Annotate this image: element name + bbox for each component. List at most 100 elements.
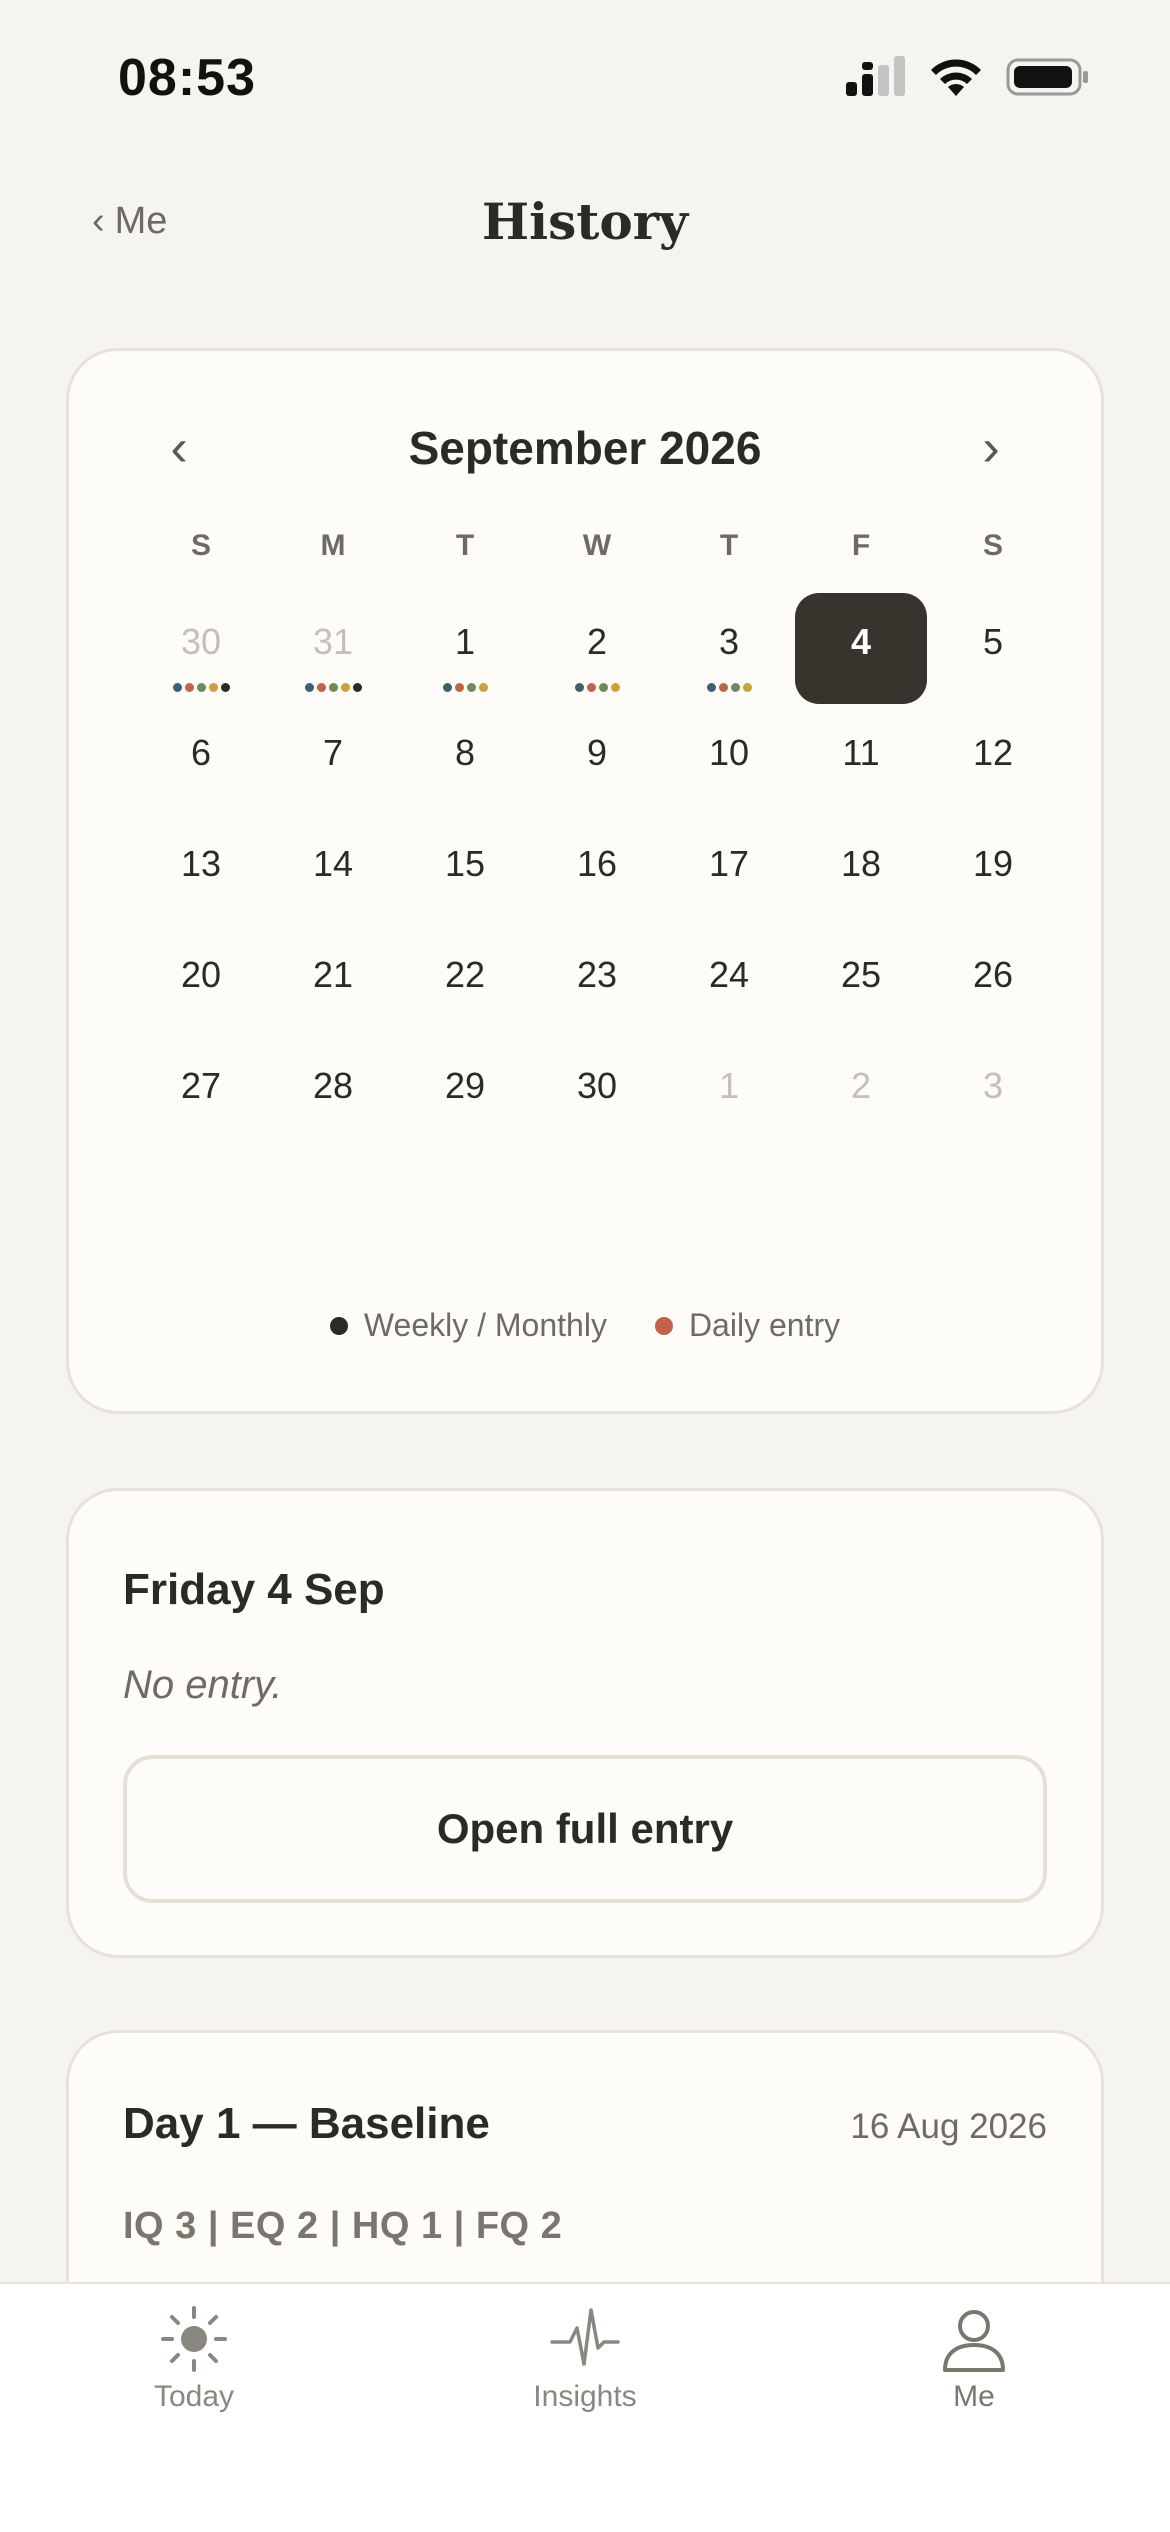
- calendar-day[interactable]: 31: [267, 593, 399, 704]
- entry-dot: [574, 683, 584, 692]
- calendar-day[interactable]: 1: [399, 593, 531, 704]
- tab-insights[interactable]: Insights: [485, 2304, 685, 2414]
- entry-dot: [220, 683, 230, 692]
- calendar-day[interactable]: 12: [927, 704, 1059, 815]
- day-number: 19: [972, 843, 1014, 884]
- entry-dot: [466, 683, 476, 692]
- day-number: 1: [718, 1065, 740, 1106]
- legend-dot: [329, 1316, 348, 1335]
- weekday-label: T: [719, 529, 739, 562]
- day-entry-card: Friday 4 Sep No entry. Open full entry: [66, 1488, 1104, 1958]
- calendar-day[interactable]: 22: [399, 926, 531, 1037]
- month-label: September 2026: [408, 422, 762, 474]
- calendar-day-selected[interactable]: 4: [795, 593, 927, 704]
- calendar-day[interactable]: 20: [135, 926, 267, 1037]
- calendar-day[interactable]: 2: [531, 593, 663, 704]
- calendar-day[interactable]: 23: [531, 926, 663, 1037]
- next-month-button[interactable]: ›: [951, 413, 1031, 483]
- entry-dot: [208, 683, 218, 692]
- open-full-entry-button[interactable]: Open full entry: [123, 1755, 1047, 1903]
- calendar-day[interactable]: 26: [927, 926, 1059, 1037]
- pulse-icon: [550, 2308, 620, 2366]
- day-number: 8: [454, 732, 476, 773]
- calendar-day[interactable]: 1: [663, 1037, 795, 1148]
- calendar-day[interactable]: 21: [267, 926, 399, 1037]
- entry-dots: [399, 683, 531, 692]
- calendar-day[interactable]: 2: [795, 1037, 927, 1148]
- calendar-day[interactable]: 16: [531, 815, 663, 926]
- legend-dot: [654, 1316, 673, 1335]
- calendar-day[interactable]: 18: [795, 815, 927, 926]
- day-number: 20: [180, 954, 222, 995]
- calendar-day[interactable]: 17: [663, 815, 795, 926]
- day-number: 12: [972, 732, 1014, 773]
- calendar-day[interactable]: 3: [927, 1037, 1059, 1148]
- day-number: 3: [982, 1065, 1004, 1106]
- day-number: 9: [586, 732, 608, 773]
- entry-dot: [196, 683, 206, 692]
- calendar-day[interactable]: 30: [531, 1037, 663, 1148]
- calendar-day[interactable]: 9: [531, 704, 663, 815]
- entry-dots: [135, 683, 267, 692]
- tab-bar: Today Insights Me: [0, 2282, 1170, 2532]
- calendar-day[interactable]: 5: [927, 593, 1059, 704]
- calendar-day[interactable]: 8: [399, 704, 531, 815]
- sun-icon: [161, 2306, 227, 2372]
- entry-dot: [742, 683, 752, 692]
- calendar-day[interactable]: 6: [135, 704, 267, 815]
- calendar-day[interactable]: 14: [267, 815, 399, 926]
- day-number: 2: [586, 621, 608, 662]
- day-number: 22: [444, 954, 486, 995]
- weekday-label: M: [320, 529, 346, 562]
- entry-empty-text: No entry.: [123, 1663, 283, 1707]
- calendar-day[interactable]: 15: [399, 815, 531, 926]
- entry-dots: [267, 683, 399, 692]
- calendar-day[interactable]: 30: [135, 593, 267, 704]
- weekday-label: F: [851, 529, 871, 562]
- day-number: 31: [312, 621, 354, 662]
- calendar-day[interactable]: 24: [663, 926, 795, 1037]
- calendar-day[interactable]: 7: [267, 704, 399, 815]
- entry-dot: [172, 683, 182, 692]
- baseline-date: 16 Aug 2026: [850, 2107, 1047, 2146]
- calendar-day[interactable]: 28: [267, 1037, 399, 1148]
- calendar-day[interactable]: 10: [663, 704, 795, 815]
- entry-dot: [598, 683, 608, 692]
- day-number: 5: [982, 621, 1004, 662]
- weekday-label: S: [190, 529, 211, 562]
- calendar-day[interactable]: 27: [135, 1037, 267, 1148]
- day-number: 1: [454, 621, 476, 662]
- day-number: 30: [576, 1065, 618, 1106]
- tab-label: Me: [953, 2380, 995, 2413]
- entry-dot: [442, 683, 452, 692]
- battery-icon: [1006, 58, 1088, 96]
- calendar-day[interactable]: 3: [663, 593, 795, 704]
- entry-dot: [454, 683, 464, 692]
- entry-dot: [730, 683, 740, 692]
- legend-label: Weekly / Monthly: [363, 1307, 607, 1343]
- baseline-scores: IQ 3 | EQ 2 | HQ 1 | FQ 2: [123, 2205, 563, 2247]
- entry-dot: [304, 683, 314, 692]
- tab-today[interactable]: Today: [94, 2304, 294, 2414]
- status-time: 08:53: [118, 49, 256, 107]
- person-icon: [943, 2310, 1005, 2372]
- day-number: 7: [322, 732, 344, 773]
- calendar-day[interactable]: 19: [927, 815, 1059, 926]
- calendar-day[interactable]: 25: [795, 926, 927, 1037]
- entry-dot: [184, 683, 194, 692]
- day-number: 17: [708, 843, 750, 884]
- tab-me[interactable]: Me: [874, 2304, 1074, 2414]
- day-number: 14: [312, 843, 354, 884]
- entry-dot: [478, 683, 488, 692]
- entry-dot: [328, 683, 338, 692]
- day-number: 25: [840, 954, 882, 995]
- entry-date-title: Friday 4 Sep: [123, 1565, 385, 1614]
- weekday-label: T: [455, 529, 475, 562]
- day-number: 30: [180, 621, 222, 662]
- calendar-day[interactable]: 13: [135, 815, 267, 926]
- entry-dot: [352, 683, 362, 692]
- calendar-day[interactable]: 11: [795, 704, 927, 815]
- calendar-day[interactable]: 29: [399, 1037, 531, 1148]
- day-number: 24: [708, 954, 750, 995]
- legend-label: Daily entry: [688, 1307, 841, 1343]
